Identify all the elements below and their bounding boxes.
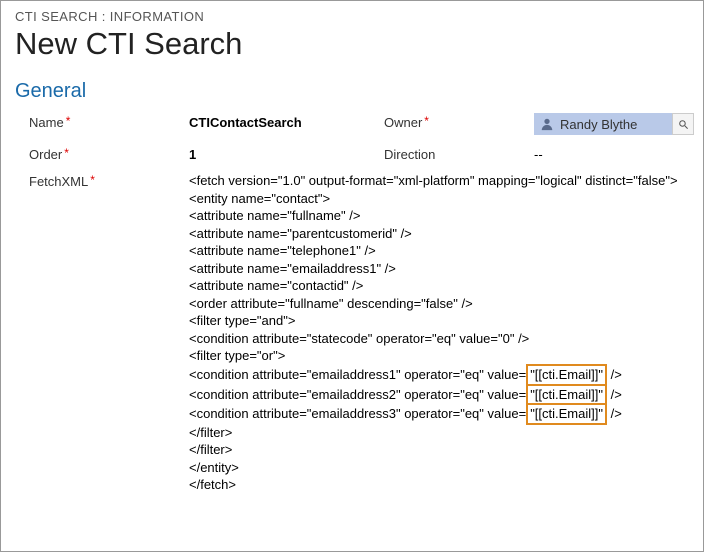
label-owner: Owner*: [384, 113, 534, 135]
label-name: Name*: [29, 113, 189, 135]
xml-line: <attribute name="telephone1" />: [189, 242, 689, 260]
owner-field: Randy Blythe: [534, 113, 694, 135]
value-direction[interactable]: --: [534, 145, 694, 162]
required-star: *: [64, 146, 69, 160]
required-star: *: [424, 114, 429, 128]
xml-line: <filter type="and">: [189, 312, 689, 330]
xml-line: <attribute name="fullname" />: [189, 207, 689, 225]
search-icon: [678, 119, 689, 130]
label-direction: Direction: [384, 145, 534, 162]
required-star: *: [90, 173, 95, 187]
highlighted-token: "[[cti.Email]]": [526, 364, 607, 386]
xml-line: <condition attribute="emailaddress1" ope…: [189, 365, 689, 385]
highlighted-token: "[[cti.Email]]": [526, 403, 607, 425]
section-title-general: General: [15, 80, 689, 103]
xml-line: <attribute name="contactid" />: [189, 277, 689, 295]
xml-line: <condition attribute="emailaddress2" ope…: [189, 385, 689, 405]
value-order[interactable]: 1: [189, 145, 384, 162]
xml-line: <order attribute="fullname" descending="…: [189, 295, 689, 313]
xml-line: </filter>: [189, 441, 689, 459]
owner-lookup-button[interactable]: [672, 113, 694, 135]
page-title: New CTI Search: [15, 26, 689, 62]
xml-line: <attribute name="emailaddress1" />: [189, 260, 689, 278]
xml-line: <fetch version="1.0" output-format="xml-…: [189, 172, 689, 190]
xml-line: <attribute name="parentcustomerid" />: [189, 225, 689, 243]
form-grid: Name* CTIContactSearch Owner* Randy Blyt…: [29, 113, 689, 162]
value-name[interactable]: CTIContactSearch: [189, 113, 384, 135]
user-icon: [540, 117, 554, 131]
label-fetchxml: FetchXML*: [29, 172, 189, 189]
label-order: Order*: [29, 145, 189, 162]
xml-line: <condition attribute="emailaddress3" ope…: [189, 404, 689, 424]
owner-value[interactable]: Randy Blythe: [534, 113, 672, 135]
xml-line: </filter>: [189, 424, 689, 442]
required-star: *: [66, 114, 71, 128]
breadcrumb: CTI SEARCH : INFORMATION: [15, 9, 689, 24]
xml-line: </fetch>: [189, 476, 689, 494]
xml-line: <condition attribute="statecode" operato…: [189, 330, 689, 348]
xml-line: <filter type="or">: [189, 347, 689, 365]
highlighted-token: "[[cti.Email]]": [526, 384, 607, 406]
xml-line: <entity name="contact">: [189, 190, 689, 208]
fetchxml-content[interactable]: <fetch version="1.0" output-format="xml-…: [189, 172, 689, 494]
owner-name: Randy Blythe: [560, 117, 637, 132]
xml-line: </entity>: [189, 459, 689, 477]
